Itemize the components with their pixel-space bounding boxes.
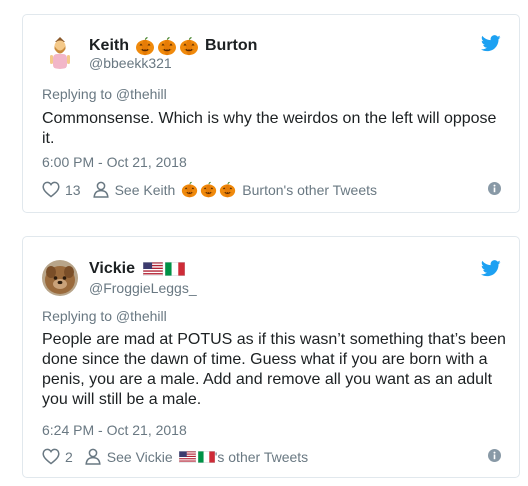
display-name-first[interactable]: Vickie <box>89 260 135 278</box>
other-tweets-suffix: 's other Tweets <box>214 448 309 465</box>
avatar[interactable] <box>42 260 78 296</box>
like-button[interactable]: 2 <box>42 448 73 465</box>
heart-icon <box>42 181 60 198</box>
pumpkin-icon <box>219 181 236 198</box>
pumpkin-icon <box>135 36 155 56</box>
twitter-bird-icon[interactable] <box>481 260 501 277</box>
italy-flag-icon <box>165 262 185 276</box>
heart-icon <box>42 448 60 465</box>
display-name[interactable]: Keith Burton <box>89 36 257 56</box>
tweet-actions: 2 See Vickie 's other Tweets <box>42 448 501 465</box>
user-icon <box>85 448 101 465</box>
user-handle[interactable]: @FroggieLeggs_ <box>89 280 197 296</box>
us-flag-icon <box>179 451 196 463</box>
replying-to[interactable]: Replying to @thehill <box>42 86 167 102</box>
replying-to[interactable]: Replying to @thehill <box>42 308 167 324</box>
user-icon <box>93 181 109 198</box>
twitter-bird-icon[interactable] <box>481 35 501 52</box>
tweet-text: Commonsense. Which is why the weirdos on… <box>42 110 497 147</box>
pumpkin-icon <box>200 181 217 198</box>
display-name[interactable]: Vickie <box>89 260 191 278</box>
other-tweets-emoji-group <box>179 451 215 463</box>
like-button[interactable]: 13 <box>42 181 81 198</box>
info-icon[interactable] <box>488 182 501 195</box>
display-name-first[interactable]: Keith <box>89 37 129 55</box>
tweet-text: People are mad at POTUS as if this wasn’… <box>42 331 506 408</box>
other-tweets-prefix: See Keith <box>114 181 176 198</box>
pumpkin-icon <box>157 36 177 56</box>
like-count: 13 <box>65 181 81 198</box>
user-handle[interactable]: @bbeekk321 <box>89 55 172 71</box>
italy-flag-icon <box>198 451 215 463</box>
other-tweets-emoji-group <box>181 181 236 198</box>
info-icon[interactable] <box>488 449 501 462</box>
name-emoji-group <box>135 36 199 56</box>
like-count: 2 <box>65 448 73 465</box>
pumpkin-icon <box>179 36 199 56</box>
tweet-timestamp[interactable]: 6:24 PM - Oct 21, 2018 <box>42 422 187 438</box>
other-tweets-link[interactable]: See Keith Burton's other Tweets <box>81 181 377 198</box>
name-emoji-group <box>143 262 185 276</box>
tweet-card: Keith Burton @bbeekk321 Replying to @the… <box>22 14 520 213</box>
avatar[interactable] <box>42 33 78 69</box>
other-tweets-prefix: See Vickie <box>106 448 173 465</box>
tweet-actions: 13 See Keith Burton's other Tweets <box>42 181 501 198</box>
other-tweets-link[interactable]: See Vickie 's other Tweets <box>73 448 308 465</box>
tweet-timestamp[interactable]: 6:00 PM - Oct 21, 2018 <box>42 154 187 170</box>
display-name-last[interactable]: Burton <box>205 37 257 55</box>
tweet-card: Vickie @FroggieLeggs_ Replying to @thehi… <box>22 236 520 478</box>
pumpkin-icon <box>181 181 198 198</box>
us-flag-icon <box>143 262 163 276</box>
other-tweets-suffix: Burton's other Tweets <box>242 181 378 198</box>
